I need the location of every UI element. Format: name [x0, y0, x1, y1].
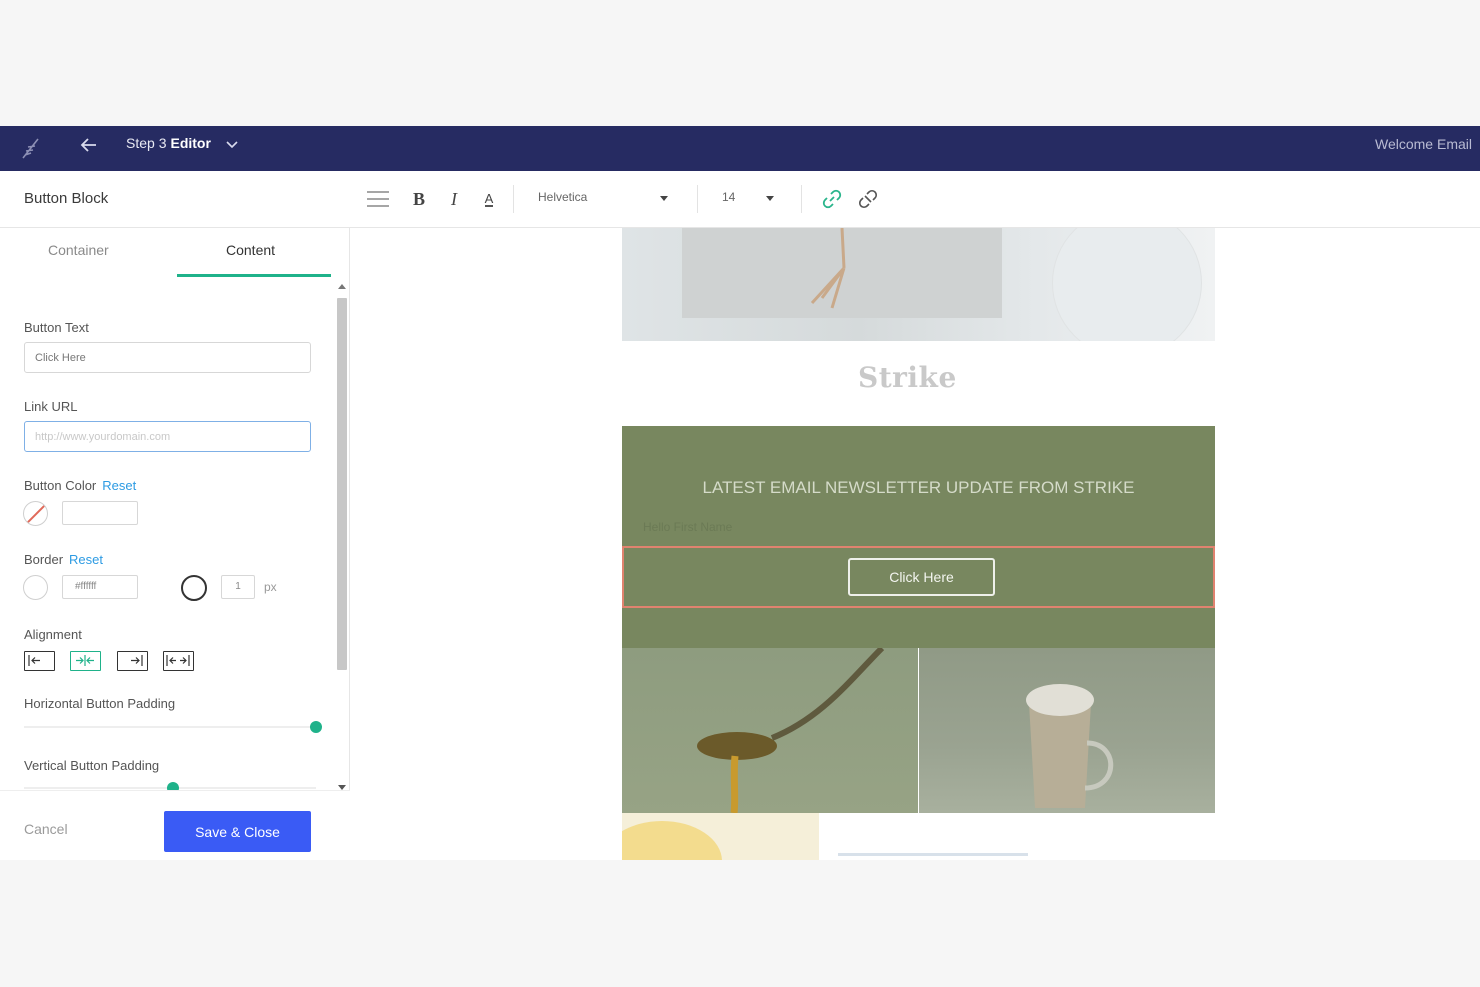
vertical-padding-slider[interactable] — [24, 782, 316, 790]
border-reset-link[interactable]: Reset — [69, 552, 103, 567]
arrow-left-icon[interactable] — [78, 134, 100, 156]
align-right-icon[interactable] — [117, 651, 148, 671]
lemon-image — [622, 813, 819, 860]
chevron-down-icon[interactable] — [225, 137, 239, 151]
vertical-padding-label: Vertical Button Padding — [24, 758, 160, 773]
border-width-input[interactable]: 1 — [221, 575, 255, 599]
products-teaser-heading — [838, 853, 1028, 856]
hero-image[interactable] — [622, 228, 1215, 341]
alignment-label: Alignment — [24, 627, 82, 642]
font-color-button[interactable]: A — [478, 185, 500, 213]
tab-container[interactable]: Container — [48, 242, 109, 258]
quill-logo-icon[interactable] — [20, 136, 42, 160]
cancel-button[interactable]: Cancel — [24, 821, 68, 837]
button-text-label: Button Text — [24, 320, 89, 335]
newsletter-headline[interactable]: LATEST EMAIL NEWSLETTER UPDATE FROM STRI… — [622, 478, 1215, 498]
border-label-text: Border — [24, 552, 64, 567]
align-center-icon[interactable] — [70, 651, 101, 671]
scrollbar-thumb[interactable] — [337, 298, 347, 670]
brand-logo: Strike — [858, 361, 957, 394]
latte-image[interactable] — [919, 648, 1215, 813]
button-color-reset-link[interactable]: Reset — [102, 478, 136, 493]
products-teaser-row[interactable] — [622, 813, 1215, 860]
honey-spoon-image[interactable] — [622, 648, 918, 813]
horizontal-padding-slider[interactable] — [24, 721, 322, 733]
email-cta-button[interactable]: Click Here — [848, 558, 995, 596]
brand-logo-row[interactable]: Strike — [622, 341, 1215, 426]
link-icon[interactable] — [820, 185, 844, 213]
hero-cup-shape — [1052, 228, 1202, 341]
editor-toolbar: Button Block B I A Helvetica 14 — [0, 171, 1480, 228]
link-url-label: Link URL — [24, 399, 78, 414]
border-style-icon[interactable] — [181, 575, 207, 601]
editor-app: Step 3 Editor Welcome Email Button Block … — [0, 126, 1480, 860]
unlink-icon[interactable] — [856, 185, 880, 213]
email-preview: Strike LATEST EMAIL NEWSLETTER UPDATE FR… — [622, 228, 1215, 860]
font-color-label: A — [484, 190, 494, 207]
greeting-text[interactable]: Hello First Name — [643, 520, 732, 534]
horizontal-padding-handle[interactable] — [310, 721, 322, 733]
border-color-swatch[interactable] — [23, 575, 48, 600]
bold-button[interactable]: B — [408, 185, 430, 213]
campaign-name: Welcome Email — [1375, 136, 1472, 152]
whisk-illustration — [810, 228, 846, 309]
page-bottom-area — [0, 860, 1480, 987]
no-color-swatch[interactable] — [23, 501, 48, 526]
toolbar-divider — [697, 185, 698, 213]
font-family-value: Helvetica — [538, 190, 588, 204]
caret-down-icon — [660, 196, 668, 201]
email-canvas[interactable]: Strike LATEST EMAIL NEWSLETTER UPDATE FR… — [351, 228, 1480, 860]
align-left-icon[interactable] — [24, 651, 55, 671]
top-bar: Step 3 Editor Welcome Email — [0, 126, 1480, 171]
active-tab-indicator — [177, 274, 331, 277]
save-close-button[interactable]: Save & Close — [164, 811, 311, 852]
toolbar-divider — [801, 185, 802, 213]
block-title: Button Block — [24, 190, 109, 207]
font-size-value: 14 — [722, 190, 736, 204]
honey-spoon-illustration — [697, 648, 885, 813]
properties-sidebar: Container Content Button Text Click Here… — [0, 228, 350, 860]
content-panel: Button Text Click Here Link URL http://w… — [0, 278, 334, 790]
align-full-width-icon[interactable] — [163, 651, 194, 671]
horizontal-padding-label: Horizontal Button Padding — [24, 696, 176, 711]
tab-content[interactable]: Content — [226, 242, 275, 258]
latte-illustration — [1026, 684, 1114, 808]
font-size-select[interactable]: 14 — [722, 190, 774, 204]
button-color-label-text: Button Color — [24, 478, 97, 493]
step-indicator[interactable]: Step 3 Editor — [126, 135, 211, 151]
border-label: Border Reset — [24, 552, 103, 567]
vertical-padding-handle[interactable] — [167, 782, 179, 790]
selected-button-block[interactable]: Click Here — [622, 546, 1215, 608]
sidebar-scrollbar[interactable] — [336, 284, 348, 790]
link-url-input[interactable]: http://www.yourdomain.com — [24, 421, 311, 452]
sidebar-tabs: Container Content — [0, 228, 350, 277]
step-number: Step 3 — [126, 135, 167, 151]
font-family-select[interactable]: Helvetica — [538, 190, 668, 204]
toolbar-divider — [513, 185, 514, 213]
hamburger-icon[interactable] — [364, 185, 392, 213]
newsletter-section[interactable]: LATEST EMAIL NEWSLETTER UPDATE FROM STRI… — [622, 426, 1215, 648]
caret-down-icon — [766, 196, 774, 201]
button-text-input[interactable]: Click Here — [24, 342, 311, 373]
scroll-up-arrow-icon[interactable] — [338, 284, 346, 289]
sidebar-footer: Cancel Save & Close — [0, 790, 350, 860]
border-color-input[interactable]: #ffffff — [62, 575, 138, 599]
button-color-input[interactable] — [62, 501, 138, 525]
button-color-label: Button Color Reset — [24, 478, 136, 493]
step-name: Editor — [170, 135, 211, 151]
italic-button[interactable]: I — [443, 185, 465, 213]
border-width-unit: px — [264, 580, 277, 594]
